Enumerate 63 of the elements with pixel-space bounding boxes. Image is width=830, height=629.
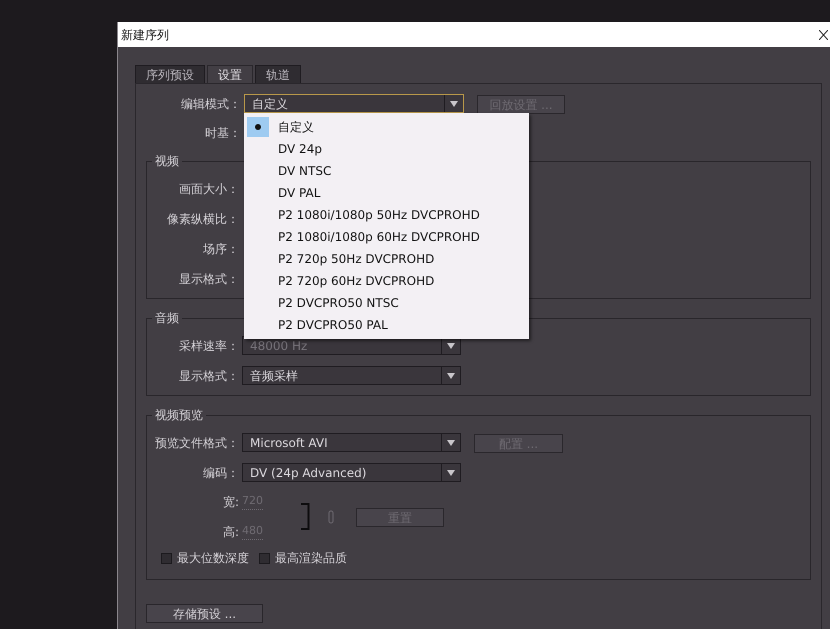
- group-title: 视频: [154, 153, 180, 170]
- field-label: 像素纵横比：: [166, 210, 239, 228]
- caret-icon: [450, 100, 458, 106]
- menu-item[interactable]: DV 24p: [244, 138, 529, 160]
- field-label: 场序：: [202, 240, 239, 258]
- save-preset-button[interactable]: 存储预设 ...: [146, 604, 263, 623]
- menu-item[interactable]: P2 1080i/1080p 60Hz DVCPROHD: [244, 226, 529, 248]
- menu-item[interactable]: DV PAL: [244, 182, 529, 204]
- bullet-icon: [255, 124, 261, 130]
- field-label: 编辑模式：: [180, 96, 241, 112]
- tab[interactable]: 轨道: [255, 65, 301, 83]
- bracket-icon: [301, 503, 310, 530]
- menu-item-label: P2 DVCPRO50 PAL: [278, 317, 388, 334]
- dropdown-field[interactable]: Microsoft AVI: [242, 433, 461, 452]
- menu-item-label: P2 1080i/1080p 60Hz DVCPROHD: [278, 229, 480, 246]
- menu-item-label: DV 24p: [278, 141, 322, 158]
- menu-item-label: P2 720p 60Hz DVCPROHD: [278, 273, 434, 290]
- close-button[interactable]: [819, 28, 829, 40]
- field-label: 采样速率：: [178, 338, 239, 354]
- checkbox-label: 最大位数深度: [177, 550, 249, 567]
- field-label: 画面大小：: [178, 180, 239, 198]
- field-label: 高:: [222, 524, 239, 540]
- dropdown-field[interactable]: DV (24p Advanced): [242, 463, 461, 482]
- field-label: 宽:: [222, 494, 239, 510]
- menu-item[interactable]: P2 1080i/1080p 50Hz DVCPROHD: [244, 204, 529, 226]
- field-value: 48000 Hz: [249, 340, 308, 352]
- menu-item-label: DV NTSC: [278, 163, 332, 180]
- menu-item[interactable]: P2 DVCPRO50 NTSC: [244, 292, 529, 314]
- group-title: 音频: [154, 310, 180, 327]
- caret-icon: [447, 440, 455, 446]
- checkbox-label: 最高渲染品质: [275, 550, 347, 567]
- field-value: Microsoft AVI: [249, 436, 329, 448]
- field-label: 时基：: [204, 124, 241, 142]
- caret-icon: [447, 342, 455, 348]
- checkbox[interactable]: [259, 552, 270, 564]
- field-label: 显示格式：: [178, 368, 239, 384]
- menu-item-label: P2 1080i/1080p 50Hz DVCPROHD: [278, 207, 480, 224]
- menu-item-label: P2 DVCPRO50 NTSC: [278, 295, 399, 312]
- menu-item-label: P2 720p 50Hz DVCPROHD: [278, 251, 434, 268]
- link-icon: [328, 510, 334, 524]
- menu-item[interactable]: DV NTSC: [244, 160, 529, 182]
- field-label: 编码：: [202, 464, 239, 482]
- tab[interactable]: 设置: [207, 65, 253, 83]
- menu-item[interactable]: P2 720p 60Hz DVCPROHD: [244, 270, 529, 292]
- menu-item[interactable]: P2 DVCPRO50 PAL: [244, 314, 529, 336]
- menu-item[interactable]: 自定义: [244, 116, 529, 138]
- close-icon: [819, 30, 828, 40]
- menu-item[interactable]: P2 720p 50Hz DVCPROHD: [244, 248, 529, 270]
- menu-item-label: DV PAL: [278, 185, 320, 202]
- caret-icon: [447, 372, 455, 378]
- group-title: 视频预览: [154, 407, 204, 424]
- window-title: 新建序列: [121, 26, 169, 44]
- field-value: DV (24p Advanced): [249, 466, 368, 478]
- dropdown-field[interactable]: 音频采样: [242, 366, 461, 385]
- field-value: 音频采样: [249, 370, 299, 382]
- field-label: 预览文件格式：: [154, 434, 239, 452]
- menu-item-label: 自定义: [278, 119, 314, 136]
- tab[interactable]: 序列预设: [135, 65, 205, 83]
- checkbox[interactable]: [161, 552, 172, 564]
- caret-icon: [447, 470, 455, 476]
- field-value: 自定义: [251, 98, 289, 110]
- dropdown-field[interactable]: 自定义: [244, 94, 464, 113]
- field-label: 显示格式：: [178, 270, 239, 288]
